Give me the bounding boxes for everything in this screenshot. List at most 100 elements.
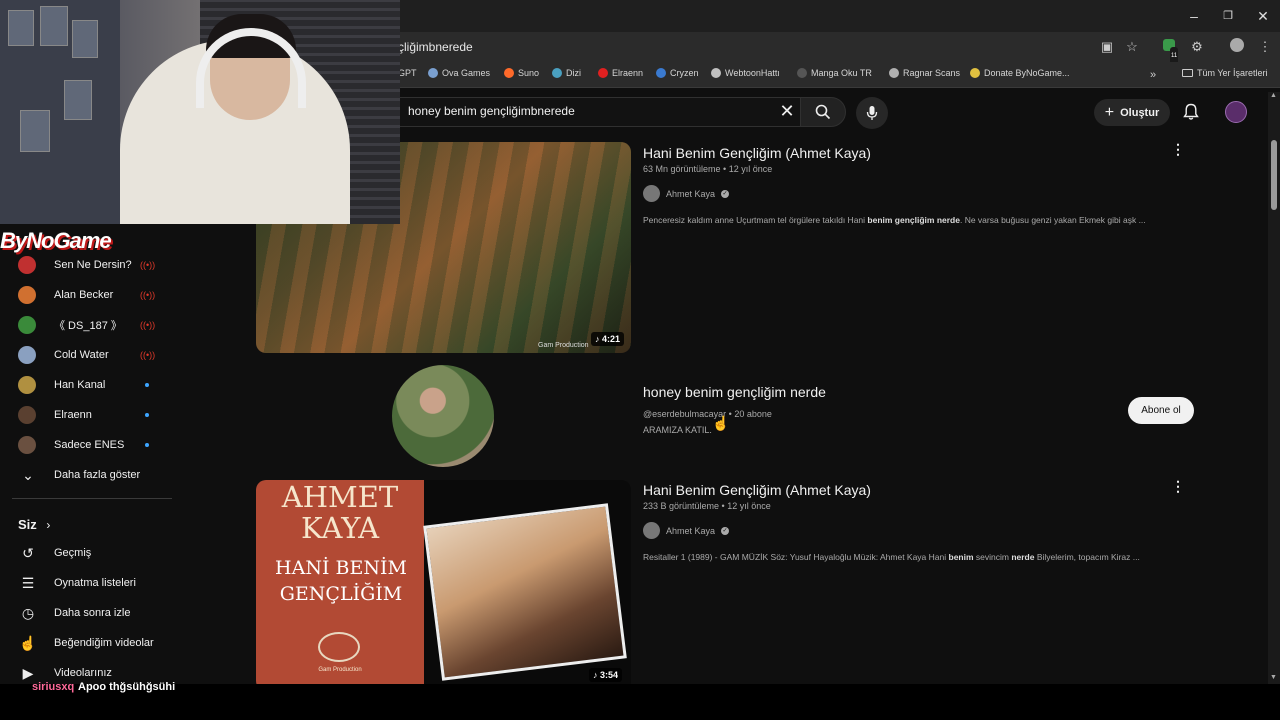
bookmark-label: Ragnar Scans — [903, 68, 961, 78]
verified-icon: ✓ — [721, 189, 730, 198]
video-title-1[interactable]: Hani Benim Gençliğim (Ahmet Kaya) — [643, 145, 871, 161]
channel-name[interactable]: Ahmet Kaya — [666, 526, 715, 536]
url-text[interactable]: çliğimbnerede — [398, 40, 473, 54]
wall-poster — [72, 20, 98, 58]
bookmark-label: Dizi — [566, 68, 581, 78]
live-indicator-icon: ((•)) — [140, 260, 156, 270]
wall-poster — [64, 80, 92, 120]
bookmark-item[interactable]: Suno — [504, 68, 539, 78]
video-channel-2[interactable]: Ahmet Kaya ✓ — [643, 522, 730, 539]
duration-badge: ♪ 3:54 — [589, 668, 623, 682]
scroll-up-icon[interactable]: ▲ — [1270, 92, 1277, 99]
all-bookmarks-button[interactable]: Tüm Yer İşaretleri — [1182, 68, 1268, 78]
microphone-icon — [866, 106, 878, 120]
sidebar-subscription-item[interactable]: Han Kanal — [0, 370, 172, 400]
search-icon — [815, 104, 831, 120]
create-button[interactable]: + Oluştur — [1094, 99, 1170, 126]
channel-avatar[interactable] — [643, 522, 660, 539]
new-content-dot-icon — [145, 383, 149, 387]
more-options-icon[interactable]: ⋮ — [1170, 141, 1186, 159]
video-thumbnail-2[interactable]: AHMET KAYA HANİ BENİM GENÇLİĞİM Gam Prod… — [256, 480, 631, 691]
channel-result-name[interactable]: honey benim gençliğim nerde — [643, 384, 826, 400]
browser-menu-icon[interactable]: ⋮ — [1256, 38, 1274, 56]
voice-search-button[interactable] — [856, 97, 888, 129]
clock-icon: ◷ — [21, 604, 35, 621]
restore-icon[interactable]: ❐ — [1218, 6, 1238, 26]
sidebar-divider — [12, 498, 172, 499]
channel-avatar[interactable] — [643, 185, 660, 202]
channel-avatar — [18, 286, 36, 304]
subscribe-button[interactable]: Abone ol — [1128, 397, 1194, 424]
you-section-header[interactable]: Siz › — [18, 517, 50, 532]
sidebar-you-item[interactable]: ☝ Beğendiğim videolar — [0, 628, 172, 658]
desc-highlight: nerde — [1011, 552, 1035, 562]
subscription-label: Sadece ENES — [54, 439, 125, 451]
desc-highlight: benim — [948, 552, 974, 562]
more-options-icon[interactable]: ⋮ — [1170, 478, 1186, 496]
channel-avatar — [18, 376, 36, 394]
sidebar-you-item[interactable]: ◷ Daha sonra izle — [0, 598, 172, 628]
close-icon[interactable]: ✕ — [1253, 6, 1273, 26]
star-icon[interactable]: ☆ — [1123, 38, 1141, 56]
video-description-1: Penceresiz kaldım anne Uçurtmam tel örgü… — [643, 215, 1146, 225]
scrollbar-thumb[interactable] — [1271, 140, 1277, 210]
bookmark-label: Ova Games — [442, 68, 491, 78]
video-channel-1[interactable]: Ahmet Kaya ✓ — [643, 185, 730, 202]
profile-icon[interactable] — [1228, 38, 1246, 56]
clear-search-icon[interactable]: ✕ — [776, 100, 798, 122]
bookmark-item[interactable]: Manga Oku TR — [797, 68, 872, 78]
extensions-icon[interactable]: ⚙ — [1188, 38, 1206, 56]
desc-text: Penceresiz kaldım anne Uçurtmam tel örgü… — [643, 215, 868, 225]
bookmark-item[interactable]: GPT — [398, 68, 417, 78]
channel-name[interactable]: Ahmet Kaya — [666, 189, 715, 199]
duration-badge: ♪ 4:21 — [591, 332, 625, 346]
sidebar-subscription-item[interactable]: Elraenn — [0, 400, 172, 430]
wall-poster — [40, 6, 68, 46]
chat-username: siriusxq — [32, 681, 75, 693]
live-indicator-icon: ((•)) — [140, 350, 156, 360]
install-app-icon[interactable]: ▣ — [1098, 38, 1116, 56]
bookmark-item[interactable]: Donate ByNoGame... — [970, 68, 1070, 78]
music-note-icon: ♪ — [595, 334, 600, 344]
bookmark-item[interactable]: Elraenn — [598, 68, 643, 78]
bookmark-item[interactable]: WebtoonHattı — [711, 68, 780, 78]
sidebar-subscription-item[interactable]: 《 DS_187 》 ((•)) — [0, 310, 172, 340]
bookmark-favicon-icon — [711, 68, 721, 78]
sidebar-you-item[interactable]: ↺ Geçmiş — [0, 538, 172, 568]
bookmark-item[interactable]: Cryzen — [656, 68, 699, 78]
verified-icon: ✓ — [721, 526, 730, 535]
wall-poster — [20, 110, 50, 152]
extension-badge-icon[interactable]: 11 — [1160, 38, 1179, 65]
notifications-bell-icon[interactable] — [1180, 101, 1202, 123]
minimize-icon[interactable]: – — [1184, 6, 1204, 26]
channel-result-avatar[interactable] — [392, 365, 494, 467]
playlist-icon: ☰ — [21, 574, 35, 591]
search-input[interactable]: honey benim gençliğimbnerede — [408, 104, 575, 118]
you-item-label: Beğendiğim videolar — [54, 637, 154, 649]
sidebar-subscription-item[interactable]: Sadece ENES — [0, 430, 172, 460]
video-title-2[interactable]: Hani Benim Gençliğim (Ahmet Kaya) — [643, 482, 871, 498]
sidebar-you-item[interactable]: ☰ Oynatma listeleri — [0, 568, 172, 598]
folder-icon — [1182, 69, 1193, 77]
desc-text: sevincim — [973, 552, 1012, 562]
sidebar-subscription-item[interactable]: Sen Ne Dersin? ((•)) — [0, 250, 172, 280]
sidebar-subscription-item[interactable]: Alan Becker ((•)) — [0, 280, 172, 310]
new-content-dot-icon — [145, 443, 149, 447]
new-content-dot-icon — [145, 413, 149, 417]
bookmark-label: Elraenn — [612, 68, 644, 78]
subscription-label: 《 DS_187 》 — [54, 320, 122, 332]
account-avatar[interactable] — [1225, 101, 1247, 123]
bookmark-item[interactable]: Ova Games — [428, 68, 490, 78]
sidebar-subscription-item[interactable]: Cold Water ((•)) — [0, 340, 172, 370]
show-more-button[interactable]: ⌄ Daha fazla göster — [0, 460, 172, 490]
all-bookmarks-label: Tüm Yer İşaretleri — [1197, 68, 1268, 78]
bookmark-favicon-icon — [504, 68, 514, 78]
bookmark-item[interactable]: Ragnar Scans — [889, 68, 960, 78]
bookmarks-overflow-icon[interactable]: » — [1144, 66, 1162, 84]
bookmark-item[interactable]: Dizi — [552, 68, 581, 78]
search-button[interactable] — [800, 97, 846, 127]
create-label: Oluştur — [1120, 106, 1160, 119]
scroll-down-icon[interactable]: ▼ — [1270, 674, 1277, 681]
channel-result-description: ARAMIZA KATIL. — [643, 425, 712, 435]
chat-message: Apoo thğsühğsühi — [78, 681, 176, 693]
